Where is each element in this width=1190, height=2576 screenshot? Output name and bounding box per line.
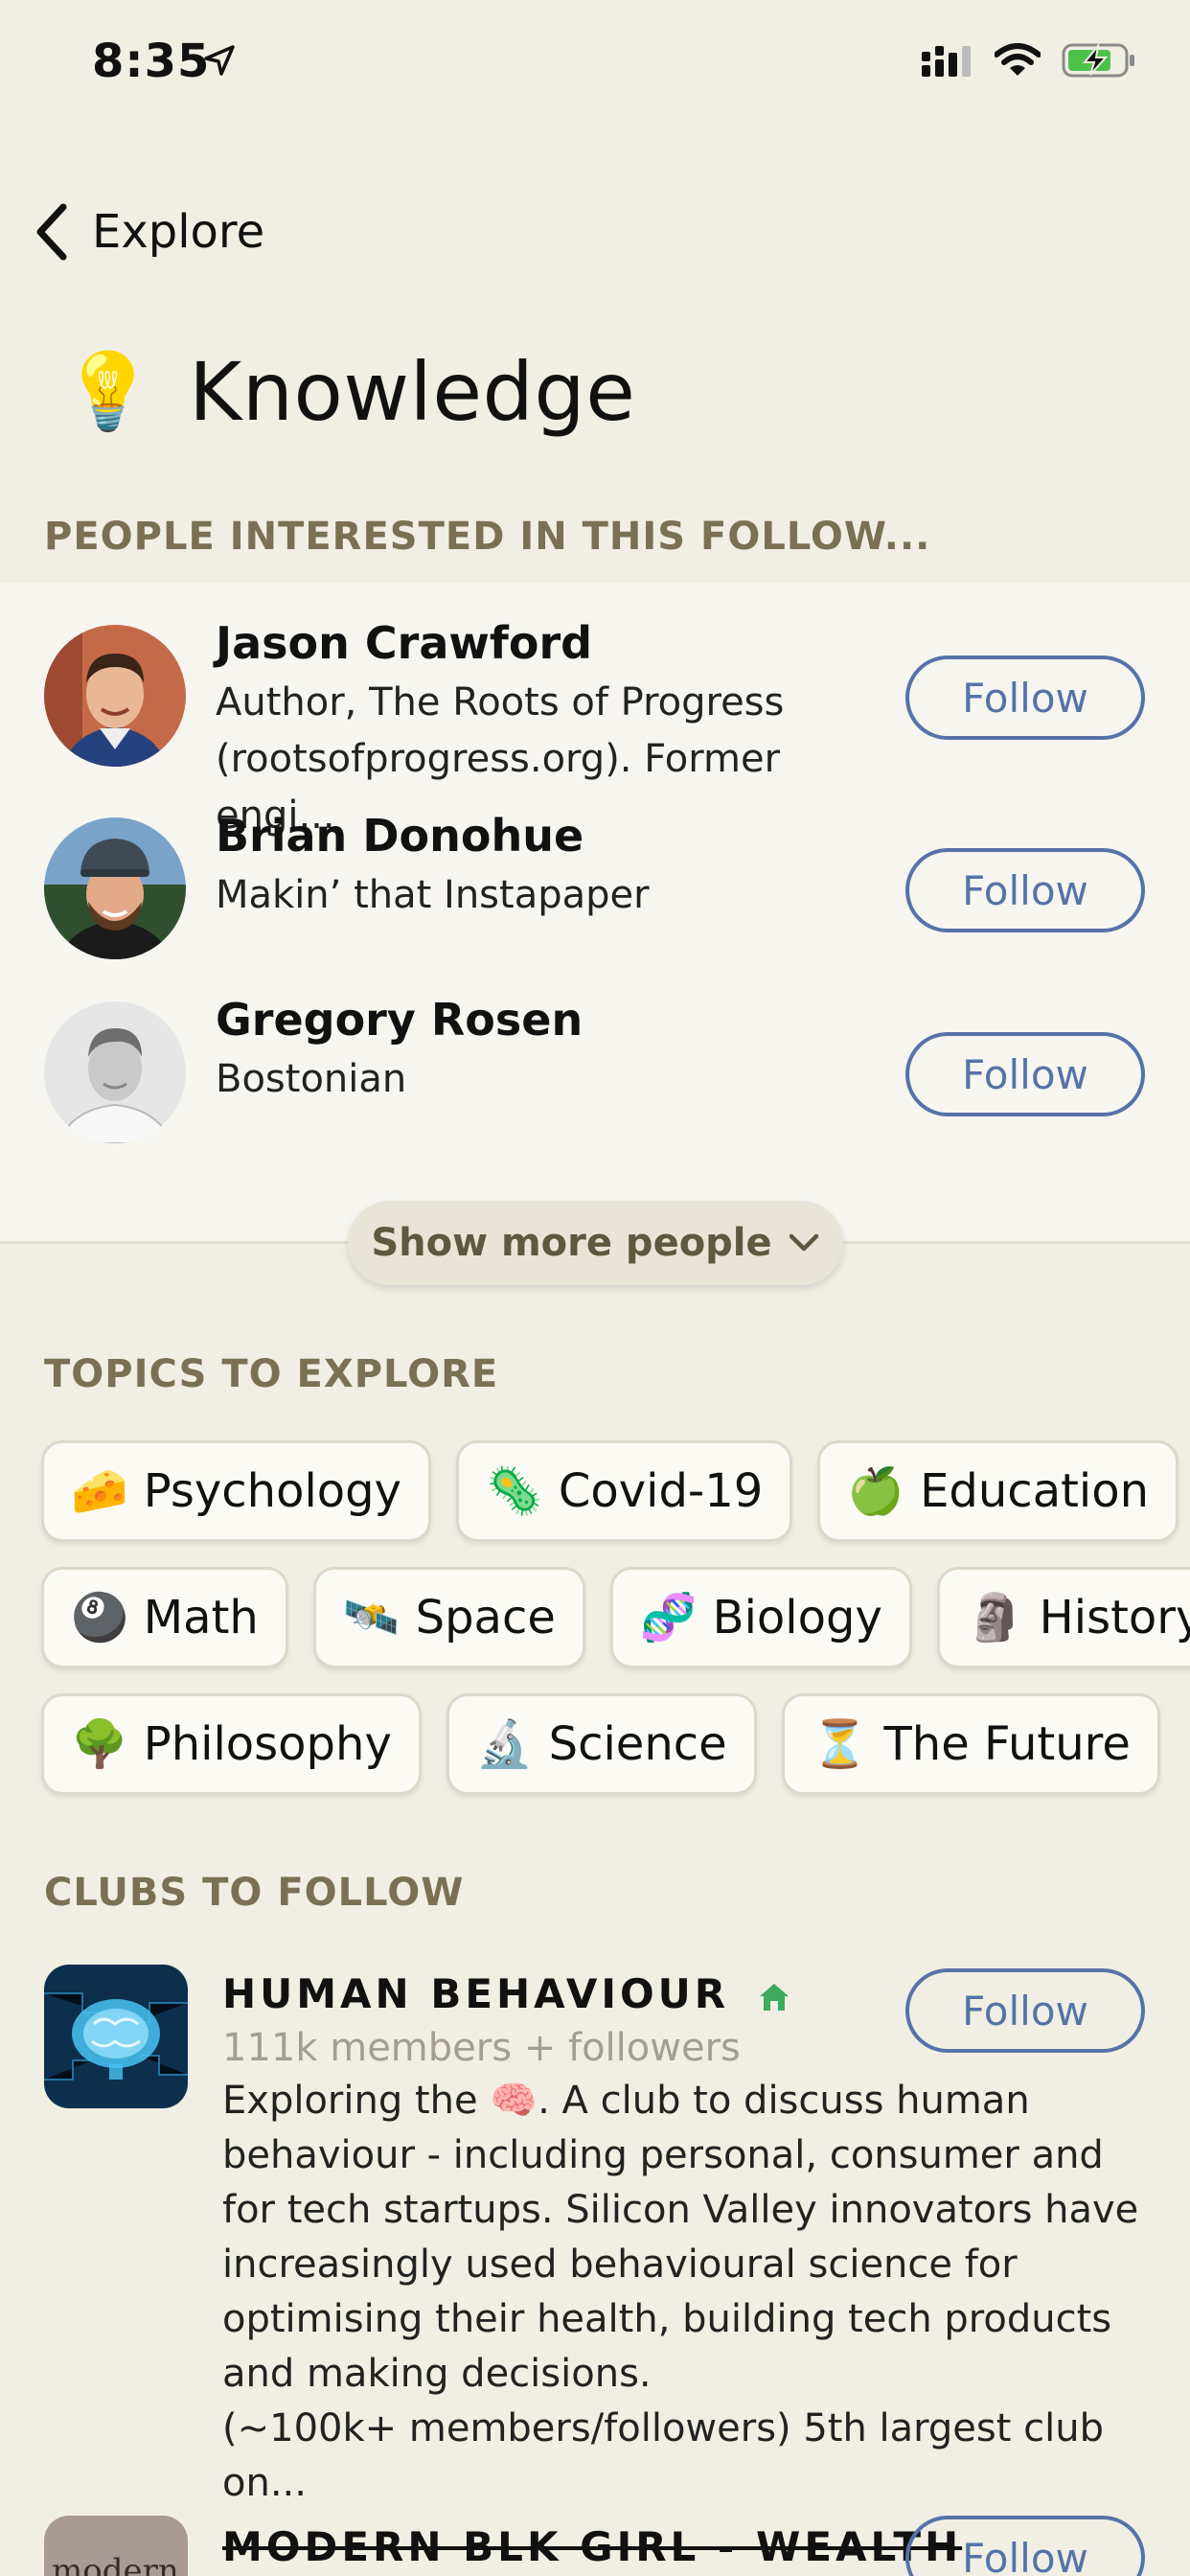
show-more-people-button[interactable]: Show more people: [348, 1201, 843, 1285]
topic-label: The Future: [883, 1717, 1131, 1771]
person-name: Jason Crawford: [216, 617, 593, 669]
status-bar: 8:35: [0, 0, 1190, 125]
topic-chip-covid[interactable]: 🦠 Covid-19: [456, 1440, 793, 1542]
topic-chip-history[interactable]: 🗿 History: [936, 1567, 1190, 1668]
topic-chip-philosophy[interactable]: 🌳 Philosophy: [41, 1693, 422, 1795]
person-bio: Bostonian: [216, 1057, 407, 1101]
status-time: 8:35: [92, 34, 211, 88]
club-description: Exploring the 🧠. A club to discuss human…: [222, 2074, 1142, 2511]
club-members: 111k members + followers: [222, 2026, 741, 2070]
avatar-brian-icon: [44, 817, 186, 959]
club-logo[interactable]: modern: [44, 2516, 188, 2576]
status-icons: [922, 42, 1136, 79]
page-title-text: Knowledge: [189, 345, 636, 439]
home-icon: [759, 1983, 789, 2011]
follow-button[interactable]: Follow: [905, 1032, 1145, 1116]
avatar[interactable]: [44, 625, 186, 767]
eight-ball-icon: 🎱: [71, 1591, 128, 1644]
person-bio: Makin’ that Instapaper: [216, 873, 650, 917]
topic-label: Biology: [712, 1591, 882, 1644]
topic-row: 🧀 Psychology 🦠 Covid-19 🍏 Education: [41, 1440, 1190, 1542]
show-more-label: Show more people: [371, 1221, 772, 1265]
follow-button[interactable]: Follow: [905, 848, 1145, 932]
moai-icon: 🗿: [966, 1591, 1024, 1644]
club-desc-text: . A club to discuss human behaviour - in…: [222, 2079, 1139, 2396]
chevron-left-icon: [36, 203, 67, 261]
club-desc-more: (~100k+ members/followers) 5th largest c…: [222, 2406, 1104, 2505]
topic-label: Covid-19: [558, 1464, 764, 1518]
topic-chip-biology[interactable]: 🧬 Biology: [609, 1567, 912, 1668]
topic-chip-science[interactable]: 🔬 Science: [446, 1693, 757, 1795]
follow-button[interactable]: Follow: [905, 656, 1145, 740]
battery-charging-icon: [1062, 42, 1134, 78]
page-title: 💡 Knowledge: [61, 345, 635, 439]
hourglass-icon: ⏳: [811, 1717, 869, 1771]
back-button[interactable]: Explore: [33, 203, 264, 261]
section-title-clubs: CLUBS TO FOLLOW: [44, 1871, 465, 1915]
avatar[interactable]: [44, 817, 186, 959]
topic-row: 🎱 Math 🛰️ Space 🧬 Biology 🗿 History: [41, 1567, 1190, 1668]
wifi-icon: [995, 43, 1041, 76]
topic-chip-space[interactable]: 🛰️ Space: [312, 1567, 585, 1668]
club-name: HUMAN BEHAVIOUR: [222, 1970, 791, 2017]
topic-label: Math: [143, 1591, 259, 1644]
brain-logo-icon: [44, 1965, 188, 2108]
topic-label: Philosophy: [143, 1717, 392, 1771]
microscope-icon: 🔬: [475, 1717, 534, 1771]
topic-label: Space: [415, 1591, 556, 1644]
page: 8:35 Explore 💡 Knowledge PEOPLE INTEREST…: [0, 0, 1190, 2576]
cellular-signal-icon: [922, 46, 971, 77]
topic-chip-education[interactable]: 🍏 Education: [817, 1440, 1179, 1542]
section-title-people: PEOPLE INTERESTED IN THIS FOLLOW...: [44, 515, 931, 559]
avatar[interactable]: [44, 1001, 186, 1143]
lightbulb-icon: 💡: [61, 349, 155, 435]
topic-label: Education: [920, 1464, 1150, 1518]
topic-chip-psychology[interactable]: 🧀 Psychology: [41, 1440, 432, 1542]
topic-row: 🌳 Philosophy 🔬 Science ⏳ The Future: [41, 1693, 1160, 1795]
brain-icon: 🧠: [490, 2079, 538, 2123]
avatar-jason-icon: [44, 625, 186, 767]
green-apple-icon: 🍏: [847, 1464, 905, 1518]
club-name-text: HUMAN BEHAVIOUR: [222, 1970, 730, 2017]
person-name: Gregory Rosen: [216, 994, 584, 1046]
follow-button[interactable]: Follow: [905, 2516, 1145, 2576]
section-title-topics: TOPICS TO EXPLORE: [44, 1352, 499, 1396]
club-logo-text: modern: [52, 2552, 179, 2576]
topic-label: Science: [548, 1717, 727, 1771]
location-arrow-icon: [204, 45, 235, 76]
chevron-down-icon: [789, 1233, 818, 1252]
people-list: Jason Crawford Author, The Roots of Prog…: [0, 583, 1190, 1244]
club-name: MODERN BLK GIRL - WEALTH: [222, 2523, 963, 2570]
topic-label: Psychology: [143, 1464, 402, 1518]
follow-button[interactable]: Follow: [905, 1968, 1145, 2053]
topic-label: History: [1039, 1591, 1190, 1644]
cheese-icon: 🧀: [71, 1464, 128, 1518]
tree-icon: 🌳: [71, 1717, 128, 1771]
microbe-icon: 🦠: [486, 1464, 543, 1518]
back-label: Explore: [92, 205, 265, 259]
avatar-gregory-icon: [44, 1001, 186, 1143]
dna-icon: 🧬: [639, 1591, 698, 1644]
club-desc-text: Exploring the: [222, 2079, 491, 2123]
person-name: Brian Donohue: [216, 810, 584, 862]
topic-chip-future[interactable]: ⏳ The Future: [781, 1693, 1160, 1795]
satellite-icon: 🛰️: [342, 1591, 400, 1644]
topic-chip-math[interactable]: 🎱 Math: [41, 1567, 288, 1668]
club-logo[interactable]: [44, 1965, 188, 2108]
